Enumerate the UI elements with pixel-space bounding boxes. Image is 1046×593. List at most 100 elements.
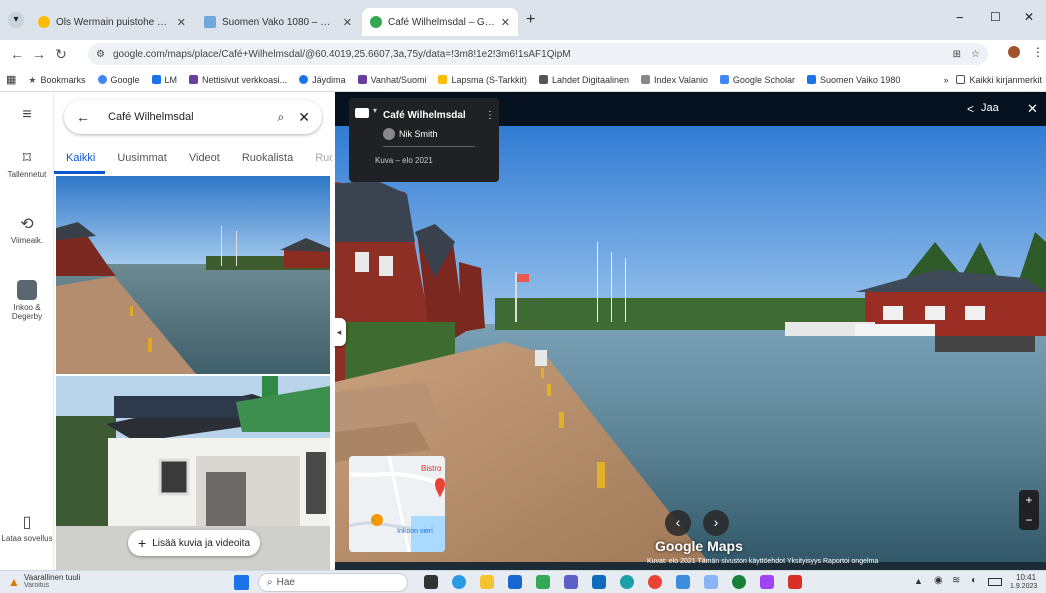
bookmark-item[interactable]: Vanhat/Suomi: [357, 75, 426, 85]
wifi-icon[interactable]: ≋: [952, 575, 960, 586]
rail-label: Tallennetut: [7, 170, 47, 179]
maximize-button[interactable]: ☐: [990, 10, 1001, 24]
browser-tab-3[interactable]: Café Wilhelmsdal – Google Ma ✕: [362, 8, 518, 36]
search-icon[interactable]: ⌕: [278, 110, 285, 125]
extensions-icon[interactable]: [1008, 46, 1020, 58]
tab-food[interactable]: Ruo: [303, 144, 332, 174]
taskbar-search[interactable]: ⌕ Hae: [258, 573, 408, 592]
close-tab-icon[interactable]: ✕: [495, 16, 510, 29]
more-options-icon[interactable]: ⋮: [485, 110, 495, 121]
tab-videos[interactable]: Videot: [177, 144, 230, 174]
mini-map[interactable]: Bistro Inkoon vieri: [349, 456, 445, 552]
author-name[interactable]: Nik Smith: [399, 129, 438, 139]
close-window-button[interactable]: ✕: [1024, 10, 1034, 24]
tab-latest[interactable]: Uusimmat: [105, 144, 177, 174]
bookmark-item[interactable]: Index Valanio: [641, 75, 708, 85]
rail-item-recent[interactable]: ⟲ Viimeaik.: [0, 214, 54, 245]
site-icon: [189, 75, 199, 84]
rail-item-app[interactable]: ▯ Lataa sovellus: [0, 512, 54, 543]
forward-arrow-icon[interactable]: →: [28, 46, 50, 62]
warning-icon[interactable]: ▲: [8, 575, 20, 589]
tab-search-button[interactable]: ▾: [8, 12, 24, 28]
bookmark-item[interactable]: Lahdet Digitaalinen: [538, 75, 629, 85]
outlook-icon[interactable]: [592, 575, 606, 589]
task-view-icon[interactable]: [424, 575, 438, 589]
app-icon[interactable]: [536, 575, 550, 589]
security-icon[interactable]: [732, 575, 746, 589]
close-viewer-icon[interactable]: ✕: [1027, 101, 1038, 117]
photos-icon[interactable]: [676, 575, 690, 589]
file-explorer-icon[interactable]: [480, 575, 494, 589]
reload-icon[interactable]: ↻: [50, 46, 72, 63]
photo-harbor[interactable]: [56, 176, 330, 374]
weather-subtext: Varoitus: [24, 582, 50, 589]
bookmark-item[interactable]: Jäydima: [299, 75, 346, 85]
new-tab-button[interactable]: +: [526, 11, 535, 29]
share-icon[interactable]: <: [967, 102, 974, 116]
photo-favicon-icon: [204, 16, 216, 28]
search-input[interactable]: Café Wilhelmsdal: [108, 111, 278, 123]
edge-icon[interactable]: [620, 575, 634, 589]
bookmark-item[interactable]: Suomen Vaiko 1980: [806, 75, 900, 85]
clock-date[interactable]: 1.9.2023: [1010, 583, 1037, 590]
address-bar[interactable]: ⚙ google.com/maps/place/Café+Wilhelmsdal…: [88, 43, 988, 65]
attribution-text[interactable]: Kuvat: elo 2021 Tämän sivuston käyttöehd…: [647, 558, 878, 565]
copilot-icon[interactable]: [452, 575, 466, 589]
app-icon[interactable]: [760, 575, 774, 589]
battery-icon[interactable]: [988, 578, 1002, 586]
bookmark-item[interactable]: Nettisivut verkkoasi...: [189, 75, 287, 85]
rail-item-place[interactable]: Inkoo & Degerby: [0, 280, 54, 321]
network-icon[interactable]: ◉: [934, 575, 943, 586]
all-bookmarks-item[interactable]: Kaikki kirjanmerkit: [956, 75, 1042, 85]
apps-grid-icon[interactable]: ▦: [6, 73, 16, 86]
bookmark-item[interactable]: Google: [97, 75, 140, 85]
bookmark-item[interactable]: Lapsma (S-Tarkkit): [438, 75, 527, 85]
collapse-panel-button[interactable]: ◂: [332, 318, 346, 346]
close-tab-icon[interactable]: ✕: [171, 16, 186, 29]
rail-label: Lataa sovellus: [1, 534, 53, 543]
next-photo-button[interactable]: ›: [703, 510, 729, 536]
browser-tab-1[interactable]: Ols Wermain puistohe – Goo ✕: [30, 8, 194, 36]
zoom-in-icon[interactable]: +: [1019, 490, 1039, 510]
add-photos-button[interactable]: + Lisää kuvia ja videoita: [128, 530, 261, 556]
bookmark-item[interactable]: ★ Bookmarks: [28, 75, 85, 86]
zoom-control[interactable]: + −: [1019, 490, 1039, 530]
close-tab-icon[interactable]: ✕: [337, 16, 352, 29]
weather-text[interactable]: Vaarallinen tuuli: [24, 573, 80, 582]
teams-icon[interactable]: [564, 575, 578, 589]
bookmark-item[interactable]: Google Scholar: [719, 75, 795, 85]
chrome-icon[interactable]: [648, 575, 662, 589]
chevron-down-icon[interactable]: ▾: [373, 106, 377, 115]
site-info-icon[interactable]: ⚙: [96, 49, 105, 60]
chevron-up-icon[interactable]: ▲: [914, 576, 923, 586]
share-button[interactable]: Jaa: [981, 102, 999, 114]
bookmarks-overflow[interactable]: »: [943, 75, 948, 85]
photo-viewer[interactable]: < Jaa ✕ ▾ Café Wilhelmsdal ⋮ Nik Smith K…: [335, 92, 1046, 570]
menu-button[interactable]: ≡: [0, 106, 54, 126]
tab-menu[interactable]: Ruokalista: [230, 144, 303, 174]
taskbar-search-input: Hae: [276, 577, 295, 588]
bookmark-item[interactable]: LM: [151, 75, 177, 85]
minimize-button[interactable]: −: [956, 10, 964, 25]
store-icon[interactable]: [508, 575, 522, 589]
app-icon[interactable]: [788, 575, 802, 589]
app-icon[interactable]: [704, 575, 718, 589]
author-avatar: [383, 128, 395, 140]
volume-icon[interactable]: ◖: [970, 575, 976, 586]
close-icon[interactable]: ✕: [298, 109, 310, 126]
zoom-out-icon[interactable]: −: [1019, 510, 1039, 530]
tab-all[interactable]: Kaikki: [54, 144, 106, 174]
search-box[interactable]: ← Café Wilhelmsdal ⌕ ✕: [64, 100, 322, 134]
star-icon[interactable]: ☆: [971, 49, 980, 60]
browser-tab-2[interactable]: Suomen Vako 1080 – Kuva ✕: [196, 8, 360, 36]
tab-title: Ols Wermain puistohe – Goo: [56, 16, 171, 28]
previous-photo-button[interactable]: ‹: [665, 510, 691, 536]
clock-time[interactable]: 10:41: [1016, 573, 1036, 582]
windows-start-icon[interactable]: [234, 575, 249, 590]
back-arrow-icon[interactable]: ←: [6, 46, 28, 62]
translate-icon[interactable]: ⊞: [953, 49, 961, 60]
viewer-back-icon[interactable]: [355, 108, 369, 118]
menu-kebab-icon[interactable]: ⋮: [1032, 45, 1044, 59]
back-arrow-icon[interactable]: ←: [76, 109, 90, 125]
rail-item-saved[interactable]: ⌑ Tallennetut: [0, 148, 54, 179]
